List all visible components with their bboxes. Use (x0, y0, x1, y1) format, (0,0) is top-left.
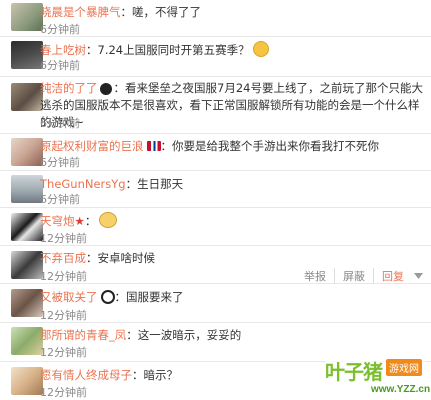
star-icon: ★ (74, 214, 85, 228)
avatar[interactable] (11, 327, 43, 355)
username[interactable]: 愿有情人终成母子 (40, 368, 132, 382)
username[interactable]: TheGunNersYg (40, 177, 126, 191)
avatar[interactable] (11, 138, 43, 166)
comment-item: 纯洁的了了 ：看来堡垒之夜国服7月24号要上线了，之前玩了那个只能大逃杀的国服版本… (0, 77, 431, 134)
comment-item: 春上吃树：7.24上国服同时开第五赛季？ 6分钟前 (0, 37, 431, 77)
username[interactable]: 原起权利财富的巨浪 (40, 139, 144, 153)
comment-text: ：生日那天 (125, 177, 184, 191)
comment-item: 又被取关了 ：国服要来了 12分钟前 (0, 284, 431, 323)
reply-button[interactable]: 回复 (373, 268, 412, 284)
chevron-down-icon[interactable] (414, 273, 423, 279)
username[interactable]: 又被取关了 (40, 290, 98, 304)
comment-time: 6分钟前 (40, 193, 80, 206)
comment-item: TheGunNersYg：生日那天 6分钟前 (0, 171, 431, 208)
watermark-logo: 叶子猪 游戏网 www.YZZ.cn (325, 354, 430, 398)
badge-icon (99, 83, 112, 95)
comment-time: 12分钟前 (40, 346, 87, 359)
panda-icon (100, 290, 115, 304)
comment-time: 6分钟前 (40, 59, 80, 72)
avatar[interactable] (11, 251, 43, 279)
watermark-brand: 叶子猪 (325, 360, 383, 384)
comment-text: ： (84, 214, 97, 228)
emoji-icon (252, 41, 269, 57)
avatar[interactable] (11, 175, 43, 203)
comment-time: 12分钟前 (40, 232, 87, 245)
report-button[interactable]: 举报 (296, 268, 334, 284)
avatar[interactable] (11, 289, 43, 317)
username[interactable]: 那所谓的青春_凤 (40, 328, 126, 342)
comment-item: 晓晨是个暴脾气：嗟，不得了了 6分钟前 (0, 0, 431, 37)
avatar[interactable] (11, 41, 43, 69)
watermark-url: www.YZZ.cn (371, 384, 431, 395)
comment-text: ：你要是给我整个手游出来你看我打不死你 (160, 139, 380, 153)
comment-text: ：7.24上国服同时开第五赛季？ (86, 43, 250, 57)
comment-time: 6分钟前 (40, 23, 80, 36)
comment-time: 12分钟前 (40, 309, 87, 322)
comment-time: 6分钟前 (40, 156, 80, 169)
comment-item: 原起权利财富的巨浪 ：你要是给我整个手游出来你看我打不死你 6分钟前 (0, 134, 431, 171)
emoji-icon (99, 212, 118, 228)
comment-text: ：暗示？ (132, 368, 178, 382)
avatar[interactable] (11, 213, 43, 241)
comment-item: 不弃百成：安卓啥时候 12分钟前 举报 屏蔽 回复 (0, 246, 431, 284)
username[interactable]: 天穹炮 (40, 214, 75, 228)
username[interactable]: 纯洁的了了 (40, 81, 98, 95)
avatar[interactable] (11, 3, 43, 31)
comment-actions: 举报 屏蔽 回复 (296, 268, 423, 284)
comment-text: ：安卓啥时候 (86, 251, 155, 265)
flag-icon (146, 141, 161, 151)
username[interactable]: 不弃百成 (40, 251, 86, 265)
comment-time: 6分钟前 (40, 117, 80, 130)
block-button[interactable]: 屏蔽 (334, 268, 373, 284)
avatar[interactable] (11, 367, 43, 395)
comment-time: 12分钟前 (40, 386, 87, 399)
watermark-sub: 游戏网 (386, 359, 422, 376)
comment-text: ：国服要来了 (114, 290, 184, 304)
comment-item: 天穹炮★： 12分钟前 (0, 208, 431, 246)
comment-text: ：这一波暗示，妥妥的 (126, 328, 242, 342)
username[interactable]: 晓晨是个暴脾气 (40, 5, 121, 19)
comment-time: 12分钟前 (40, 270, 87, 283)
comment-text: ：嗟，不得了了 (120, 5, 202, 19)
avatar[interactable] (11, 83, 43, 111)
username[interactable]: 春上吃树 (40, 43, 86, 57)
